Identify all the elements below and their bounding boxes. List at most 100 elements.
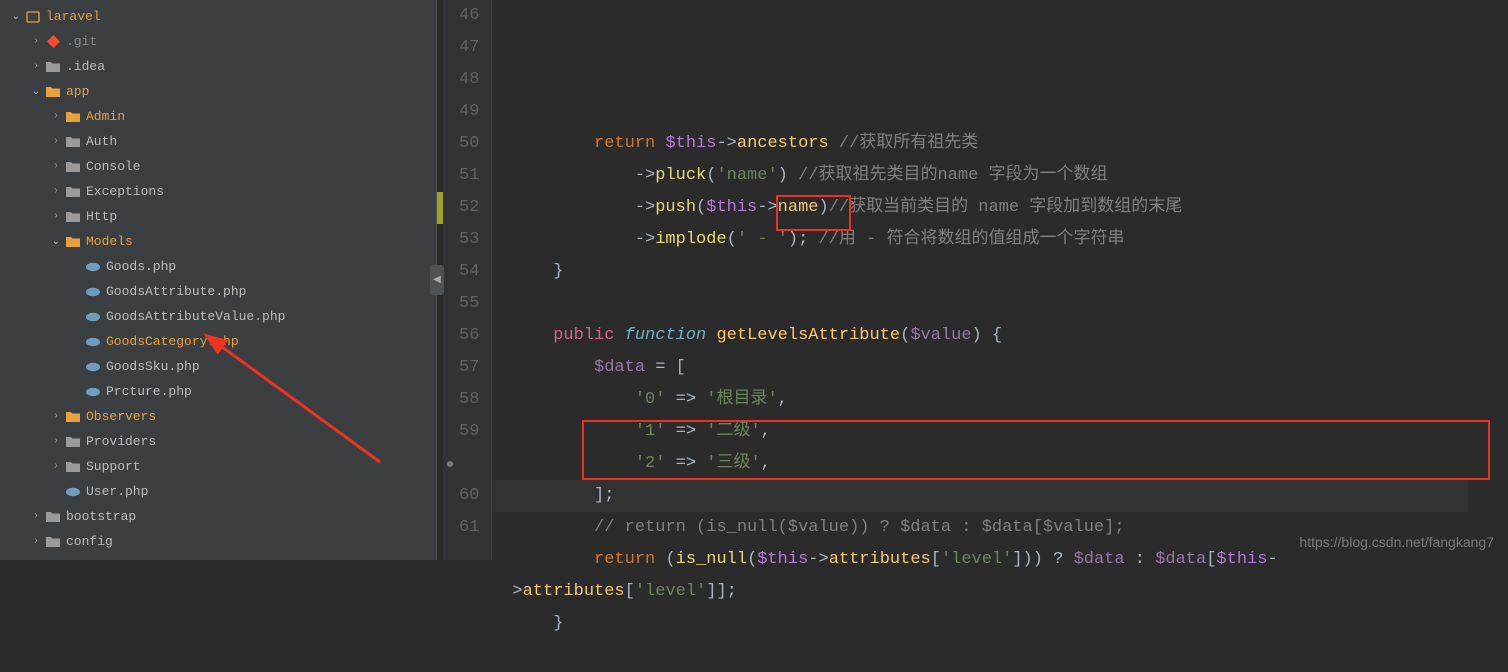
code-line[interactable]: ]; xyxy=(492,480,1468,512)
code-editor[interactable]: 46474849505152535455565758596061 return … xyxy=(437,0,1508,560)
gutter-line: 60 xyxy=(459,480,479,512)
code-line[interactable]: '2' => '三级', xyxy=(512,448,1508,480)
tree-arrow[interactable]: › xyxy=(48,436,64,447)
gutter-line xyxy=(459,448,479,480)
gutter-line: 55 xyxy=(459,288,479,320)
gutter-line: 49 xyxy=(459,96,479,128)
tree-item-console[interactable]: › Console xyxy=(0,154,436,179)
folder-orange-icon xyxy=(64,111,82,123)
code-line[interactable]: } xyxy=(512,608,1508,640)
project-tree[interactable]: ⌄laravel›.git›.idea⌄app›Admin›Auth›Conso… xyxy=(0,0,437,560)
gutter-line: 48 xyxy=(459,64,479,96)
folder-grey-icon xyxy=(44,61,62,73)
tree-label: GoodsSku.php xyxy=(106,359,200,374)
tree-item-goodsattributevalue-php[interactable]: GoodsAttributeValue.php xyxy=(0,304,436,329)
tree-label: GoodsAttributeValue.php xyxy=(106,309,285,324)
tree-label: Models xyxy=(86,234,133,249)
folder-grey-icon xyxy=(64,211,82,223)
php-icon xyxy=(84,387,102,397)
tree-arrow[interactable]: › xyxy=(28,511,44,522)
tree-label: bootstrap xyxy=(66,509,136,524)
tree-arrow[interactable]: › xyxy=(28,36,44,47)
tree-arrow[interactable]: › xyxy=(48,211,64,222)
tree-item-models[interactable]: ⌄ Models xyxy=(0,229,436,254)
gutter-line: 51 xyxy=(459,160,479,192)
tree-arrow[interactable]: › xyxy=(48,186,64,197)
tree-item-goodscategory-php[interactable]: GoodsCategory.php xyxy=(0,329,436,354)
tree-arrow[interactable]: › xyxy=(28,61,44,72)
code-line[interactable]: $data = [ xyxy=(512,352,1508,384)
tree-arrow[interactable]: ⌄ xyxy=(28,86,44,98)
tree-arrow[interactable]: › xyxy=(48,111,64,122)
gutter-line: 52 xyxy=(459,192,479,224)
tree-item-admin[interactable]: ›Admin xyxy=(0,104,436,129)
gutter-line: 61 xyxy=(459,512,479,544)
gutter-line: 58 xyxy=(459,384,479,416)
tree-arrow[interactable]: › xyxy=(48,161,64,172)
tree-arrow[interactable]: ⌄ xyxy=(48,236,64,248)
php-icon xyxy=(84,337,102,347)
tree-label: Exceptions xyxy=(86,184,164,199)
tree-arrow[interactable]: ⌄ xyxy=(8,11,24,23)
tree-item-http[interactable]: › Http xyxy=(0,204,436,229)
tree-label: config xyxy=(66,534,113,549)
code-line[interactable] xyxy=(512,288,1508,320)
tree-item-exceptions[interactable]: › Exceptions xyxy=(0,179,436,204)
tree-item-providers[interactable]: ›Providers xyxy=(0,429,436,454)
folder-grey-icon xyxy=(44,511,62,523)
php-icon xyxy=(84,287,102,297)
tree-arrow[interactable]: › xyxy=(48,411,64,422)
folder-grey-icon xyxy=(44,536,62,548)
tree-item-goods-php[interactable]: Goods.php xyxy=(0,254,436,279)
folder-grey-icon xyxy=(64,461,82,473)
folder-grey-icon xyxy=(64,161,82,173)
tree-item-goodssku-php[interactable]: GoodsSku.php xyxy=(0,354,436,379)
gutter-line: 46 xyxy=(459,0,479,32)
tree-label: Support xyxy=(86,459,141,474)
gutter-line: 47 xyxy=(459,32,479,64)
tree-item-prcture-php[interactable]: Prcture.php xyxy=(0,379,436,404)
panel-fold-handle[interactable]: ◀ xyxy=(430,265,444,295)
tree-arrow[interactable]: › xyxy=(28,536,44,547)
tree-item-config[interactable]: › config xyxy=(0,529,436,554)
gutter-line: 57 xyxy=(459,352,479,384)
code-line[interactable]: '0' => '根目录', xyxy=(512,384,1508,416)
code-line[interactable]: public function getLevelsAttribute($valu… xyxy=(512,320,1508,352)
code-line[interactable]: ->implode(' - '); //用 - 符合将数组的值组成一个字符串 xyxy=(512,224,1508,256)
tree-arrow[interactable]: › xyxy=(48,461,64,472)
tree-arrow[interactable]: › xyxy=(48,136,64,147)
tree-item--idea[interactable]: ›.idea xyxy=(0,54,436,79)
code-line[interactable]: >attributes['level']]; xyxy=(512,576,1508,608)
tree-label: GoodsAttribute.php xyxy=(106,284,246,299)
tree-item-auth[interactable]: ›Auth xyxy=(0,129,436,154)
tree-item-bootstrap[interactable]: › bootstrap xyxy=(0,504,436,529)
code-line[interactable]: return $this->ancestors //获取所有祖先类 xyxy=(512,128,1508,160)
tree-label: Http xyxy=(86,209,117,224)
gutter-line: 50 xyxy=(459,128,479,160)
tree-item--git[interactable]: › .git xyxy=(0,29,436,54)
tree-label: Prcture.php xyxy=(106,384,192,399)
code-line[interactable]: ->pluck('name') //获取祖先类目的name 字段为一个数组 xyxy=(512,160,1508,192)
code-area[interactable]: return $this->ancestors //获取所有祖先类 ->pluc… xyxy=(492,0,1508,560)
tree-item-goodsattribute-php[interactable]: GoodsAttribute.php xyxy=(0,279,436,304)
tree-item-user-php[interactable]: User.php xyxy=(0,479,436,504)
tree-item-laravel[interactable]: ⌄laravel xyxy=(0,4,436,29)
tree-item-support[interactable]: › Support xyxy=(0,454,436,479)
code-line[interactable] xyxy=(512,640,1508,672)
project-icon xyxy=(24,10,42,24)
tree-label: .git xyxy=(66,34,97,49)
git-icon xyxy=(44,35,62,48)
tree-label: GoodsCategory.php xyxy=(106,334,239,349)
gutter-line: 56 xyxy=(459,320,479,352)
gutter-line: 59 xyxy=(459,416,479,448)
code-line[interactable]: '1' => '二级', xyxy=(512,416,1508,448)
watermark: https://blog.csdn.net/fangkang7 xyxy=(1299,534,1494,550)
tree-item-observers[interactable]: ›Observers xyxy=(0,404,436,429)
php-icon xyxy=(84,262,102,272)
tree-label: Console xyxy=(86,159,141,174)
code-line[interactable]: ->push($this->name)//获取当前类目的 name 字段加到数组… xyxy=(512,192,1508,224)
tree-item-app[interactable]: ⌄app xyxy=(0,79,436,104)
gutter-line: 53 xyxy=(459,224,479,256)
code-line[interactable]: } xyxy=(512,256,1508,288)
folder-orange-icon xyxy=(64,236,82,248)
